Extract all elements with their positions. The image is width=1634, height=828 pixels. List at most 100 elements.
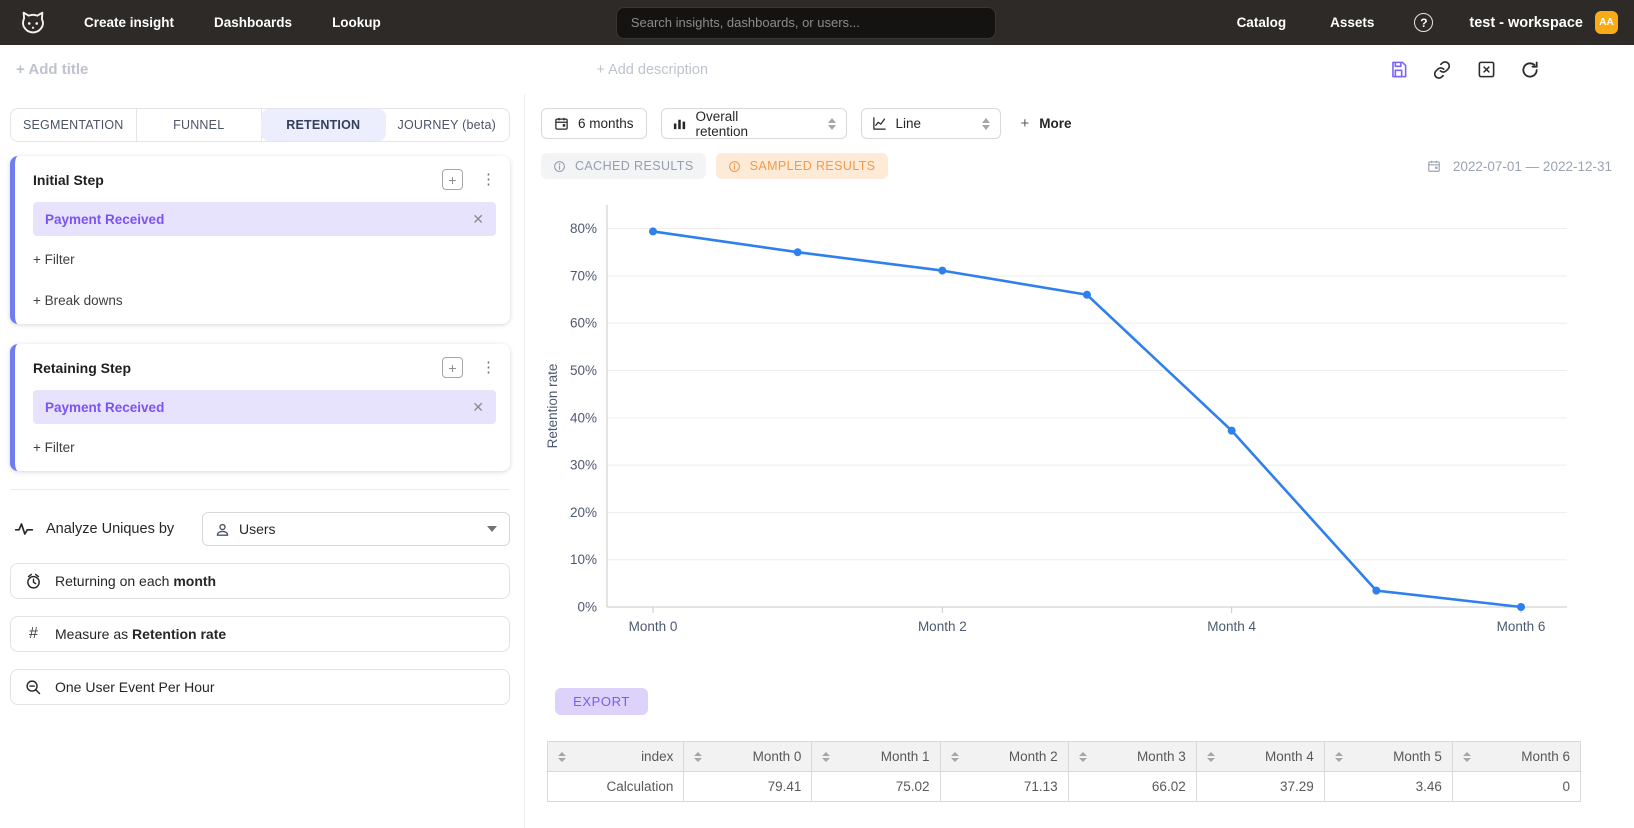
add-filter-button[interactable]: + Filter [33,252,75,267]
chart-canvas: 0%10%20%30%40%50%60%70%80%Month 0Month 2… [541,183,1581,657]
measure-as-row[interactable]: # Measure as Retention rate [10,616,510,652]
remove-event-icon[interactable]: ✕ [472,399,484,416]
remove-event-icon[interactable]: ✕ [472,211,484,228]
tab-retention[interactable]: RETENTION [261,109,386,141]
column-header-month-1[interactable]: Month 1 [812,742,940,772]
copy-link-icon[interactable] [1432,60,1452,80]
more-options-icon[interactable]: ⋮ [481,360,496,375]
sampling-label: One User Event Per Hour [55,679,215,695]
cell-month-2: 71.13 [940,772,1068,802]
column-header-month-0[interactable]: Month 0 [684,742,812,772]
user-avatar[interactable]: AA [1595,11,1618,34]
svg-text:30%: 30% [570,458,597,473]
sort-icon[interactable] [1207,752,1215,762]
bar-chart-icon [672,116,687,131]
info-icon [728,160,741,173]
header-action-icons [1388,60,1618,80]
event-name: Payment Received [45,212,164,227]
nav-catalog[interactable]: Catalog [1237,15,1287,30]
cell-month-3: 66.02 [1068,772,1196,802]
nav-assets[interactable]: Assets [1330,15,1374,30]
add-breakdown-button[interactable]: + Break downs [33,293,123,308]
date-range-display[interactable]: 2022-07-01 — 2022-12-31 [1427,159,1616,174]
app-logo-cat-icon[interactable] [16,6,50,40]
cell-month-4: 37.29 [1196,772,1324,802]
initial-step-event-chip[interactable]: Payment Received ✕ [33,202,496,236]
column-header-index[interactable]: index [548,742,684,772]
analyze-uniques-label: Analyze Uniques by [46,521,174,537]
svg-text:Month 2: Month 2 [918,619,967,634]
search-input[interactable] [616,7,996,39]
svg-text:Month 6: Month 6 [1497,619,1546,634]
svg-text:Retention rate: Retention rate [545,364,560,449]
sort-icon[interactable] [694,752,702,762]
chart-type-select[interactable]: Line [861,108,1001,139]
add-event-icon[interactable]: + [442,169,463,190]
analyze-uniques-row: Analyze Uniques by Users [10,512,510,546]
export-button[interactable]: EXPORT [555,688,648,715]
svg-text:Month 0: Month 0 [629,619,678,634]
svg-text:0%: 0% [577,600,597,615]
sort-icon[interactable] [558,752,566,762]
retention-type-select[interactable]: Overall retention [661,108,847,139]
initial-step-title: Initial Step [33,172,104,188]
sort-icon[interactable] [951,752,959,762]
cell-month-6: 0 [1452,772,1580,802]
calendar-icon [1427,159,1441,173]
svg-text:10%: 10% [570,552,597,567]
cell-index: Calculation [548,772,684,802]
plus-icon: + [1021,115,1030,132]
returning-interval-row[interactable]: Returning on each month [10,563,510,599]
column-header-month-3[interactable]: Month 3 [1068,742,1196,772]
cached-results-badge: CACHED RESULTS [541,153,706,179]
clock-icon [25,573,42,590]
retaining-step-event-chip[interactable]: Payment Received ✕ [33,390,496,424]
svg-text:70%: 70% [570,268,597,283]
tab-segmentation[interactable]: SEGMENTATION [11,109,137,141]
analyze-entity-select[interactable]: Users [202,512,510,546]
sort-icon[interactable] [1079,752,1087,762]
column-header-month-6[interactable]: Month 6 [1452,742,1580,772]
chart-controls: 6 months Overall retention Line + More [541,108,1616,139]
calendar-icon [554,116,569,131]
info-icon [553,160,566,173]
measure-as-label: Measure as Retention rate [55,626,226,642]
returning-interval-label: Returning on each month [55,573,216,589]
save-icon[interactable] [1388,60,1408,80]
table-header-row: index Month 0 Month 1 Month 2 Month 3 Mo… [548,742,1581,772]
sort-icon[interactable] [822,752,830,762]
column-header-month-5[interactable]: Month 5 [1324,742,1452,772]
global-search [616,7,996,39]
sampling-row[interactable]: One User Event Per Hour [10,669,510,705]
svg-text:20%: 20% [570,505,597,520]
date-range-button[interactable]: 6 months [541,108,647,139]
add-title-button[interactable]: + Add title [16,61,88,78]
nav-dashboards[interactable]: Dashboards [214,15,292,30]
results-table: index Month 0 Month 1 Month 2 Month 3 Mo… [547,741,1581,802]
tab-funnel[interactable]: FUNNEL [137,109,263,141]
workspace-name[interactable]: test - workspace [1469,15,1583,31]
add-description-button[interactable]: + Add description [596,62,708,78]
clear-close-icon[interactable] [1476,60,1496,80]
activity-icon [14,519,34,539]
add-filter-button[interactable]: + Filter [33,440,75,455]
results-status-row: CACHED RESULTS SAMPLED RESULTS 2022-07-0… [541,153,1616,179]
column-header-month-2[interactable]: Month 2 [940,742,1068,772]
event-name: Payment Received [45,400,164,415]
add-event-icon[interactable]: + [442,357,463,378]
sort-icon[interactable] [1335,752,1343,762]
nav-create-insight[interactable]: Create insight [84,15,174,30]
sampled-results-badge: SAMPLED RESULTS [716,153,888,179]
more-options-button[interactable]: + More [1021,115,1072,132]
column-header-month-4[interactable]: Month 4 [1196,742,1324,772]
retention-config-panel: SEGMENTATION FUNNEL RETENTION JOURNEY (b… [0,94,524,828]
chevron-down-icon [487,526,497,532]
sort-icon[interactable] [1463,752,1471,762]
nav-lookup[interactable]: Lookup [332,15,381,30]
select-arrows-icon [788,118,836,130]
help-icon[interactable]: ? [1414,13,1433,32]
top-navigation-bar: Create insight Dashboards Lookup Catalog… [0,0,1634,45]
tab-journey[interactable]: JOURNEY (beta) [385,109,510,141]
refresh-icon[interactable] [1520,60,1540,80]
more-options-icon[interactable]: ⋮ [481,172,496,187]
